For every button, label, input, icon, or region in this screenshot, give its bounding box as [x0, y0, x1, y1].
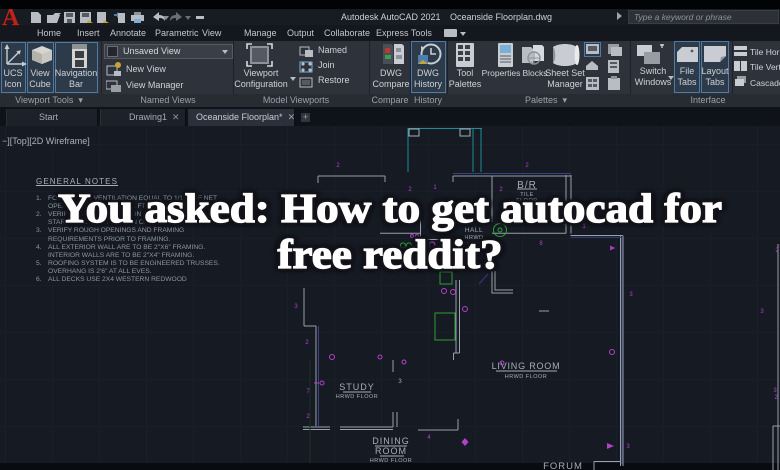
- svg-text:3: 3: [760, 309, 764, 315]
- svg-text:HRWD FLOOR: HRWD FLOOR: [370, 458, 412, 464]
- svg-text:3: 3: [629, 292, 633, 298]
- svg-text:2: 2: [525, 163, 529, 169]
- svg-text:DINING: DINING: [372, 436, 410, 446]
- svg-text:3: 3: [773, 388, 777, 394]
- svg-text:ROOM: ROOM: [375, 446, 407, 456]
- svg-text:FORUM: FORUM: [543, 461, 583, 470]
- svg-text:3: 3: [398, 379, 402, 385]
- svg-text:HRWD FLOOR: HRWD FLOOR: [505, 374, 547, 380]
- svg-text:2: 2: [336, 163, 340, 169]
- svg-text:3: 3: [626, 444, 630, 450]
- svg-text:STUDY: STUDY: [339, 382, 375, 392]
- svg-text:LIVING ROOM: LIVING ROOM: [492, 361, 561, 371]
- svg-text:4: 4: [427, 435, 431, 441]
- svg-text:2: 2: [305, 340, 309, 346]
- svg-text:HRWD FLOOR: HRWD FLOOR: [336, 394, 378, 400]
- svg-text:3: 3: [294, 304, 298, 310]
